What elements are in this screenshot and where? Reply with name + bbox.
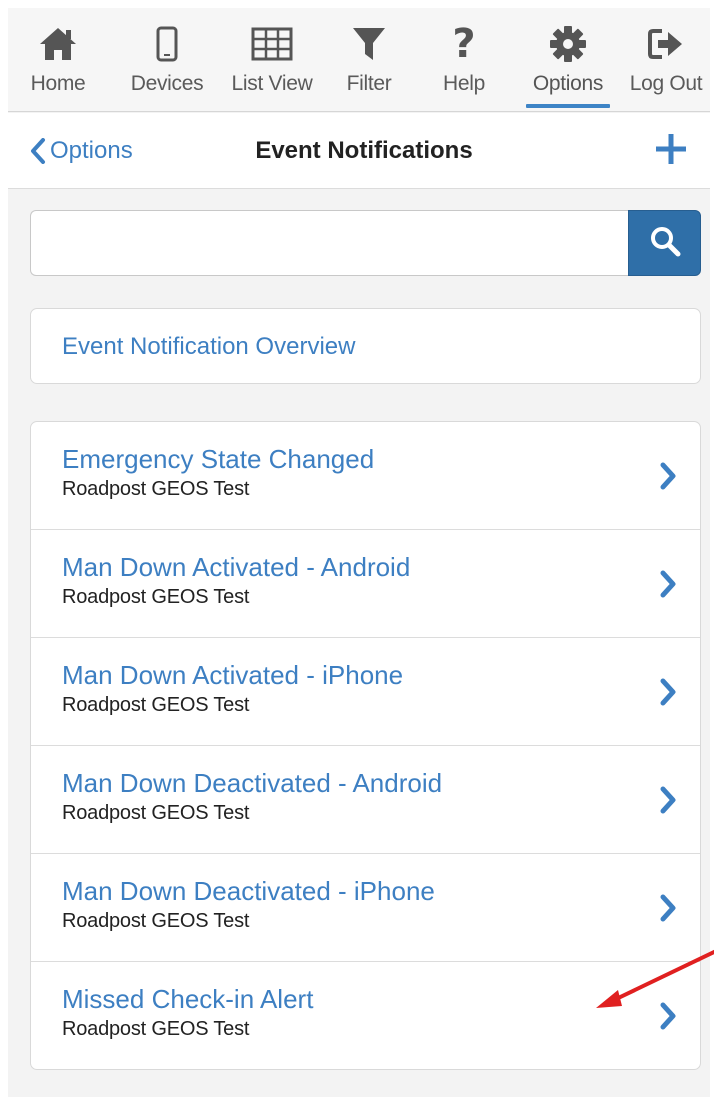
chevron-right-icon [654, 1000, 682, 1032]
toolbar-options-label: Options [532, 72, 604, 95]
list-item[interactable]: Missed Check-in Alert Roadpost GEOS Test [31, 962, 700, 1070]
notification-title: Man Down Activated - iPhone [62, 660, 404, 690]
gear-icon [549, 22, 587, 66]
funnel-filter-icon [352, 22, 386, 66]
toolbar-list-view[interactable]: List View [222, 8, 322, 112]
list-item[interactable]: Man Down Deactivated - iPhone Roadpost G… [31, 854, 700, 962]
search-bar [30, 210, 701, 276]
notifications-list: Emergency State Changed Roadpost GEOS Te… [30, 421, 701, 1070]
toolbar-devices-label: Devices [130, 72, 204, 95]
toolbar-help-label: Help [443, 72, 485, 95]
notification-title: Man Down Activated - Android [62, 552, 411, 582]
toolbar-list-view-label: List View [231, 72, 313, 95]
back-button[interactable]: Options [30, 113, 133, 189]
notification-title: Man Down Deactivated - Android [62, 768, 443, 798]
toolbar-devices[interactable]: Devices [118, 8, 216, 112]
toolbar-log-out[interactable]: Log Out [622, 8, 710, 112]
notification-title: Man Down Deactivated - iPhone [62, 876, 435, 906]
list-item[interactable]: Man Down Deactivated - Android Roadpost … [31, 746, 700, 854]
event-notification-overview-button[interactable]: Event Notification Overview [30, 308, 701, 384]
toolbar-filter[interactable]: Filter [334, 8, 404, 112]
chevron-right-icon [654, 676, 682, 708]
notification-subtitle: Roadpost GEOS Test [62, 586, 250, 608]
chevron-left-icon [30, 138, 46, 164]
notification-subtitle: Roadpost GEOS Test [62, 478, 250, 500]
toolbar-filter-label: Filter [346, 72, 392, 95]
back-button-label: Options [50, 137, 133, 164]
toolbar-log-out-label: Log Out [629, 72, 703, 95]
app-frame: Home Devices List View Filter ? Help Opt… [8, 8, 710, 1097]
list-item[interactable]: Emergency State Changed Roadpost GEOS Te… [31, 422, 700, 530]
notification-title: Emergency State Changed [62, 444, 375, 474]
toolbar-options[interactable]: Options [522, 8, 614, 112]
notification-title: Missed Check-in Alert [62, 984, 314, 1014]
search-icon [649, 225, 681, 262]
notification-subtitle: Roadpost GEOS Test [62, 802, 250, 824]
home-icon [38, 22, 78, 66]
toolbar-help[interactable]: ? Help [434, 8, 494, 112]
notification-subtitle: Roadpost GEOS Test [62, 910, 250, 932]
chevron-right-icon [654, 460, 682, 492]
search-button[interactable] [628, 210, 701, 276]
question-mark-icon: ? [452, 21, 476, 67]
toolbar-home-label: Home [30, 72, 86, 95]
list-item[interactable]: Man Down Activated - iPhone Roadpost GEO… [31, 638, 700, 746]
search-input[interactable] [30, 210, 630, 276]
chevron-right-icon [654, 568, 682, 600]
header-bar: Event Notifications Options [8, 113, 710, 189]
top-toolbar: Home Devices List View Filter ? Help Opt… [8, 8, 710, 112]
active-tab-indicator [526, 104, 610, 108]
toolbar-home[interactable]: Home [18, 8, 98, 112]
table-grid-icon [251, 22, 293, 66]
overview-label: Event Notification Overview [62, 333, 356, 360]
notification-subtitle: Roadpost GEOS Test [62, 1018, 250, 1040]
mobile-device-icon [156, 22, 178, 66]
plus-icon [654, 132, 688, 171]
add-notification-button[interactable] [654, 113, 688, 189]
chevron-right-icon [654, 892, 682, 924]
notification-subtitle: Roadpost GEOS Test [62, 694, 250, 716]
sign-out-icon [648, 22, 684, 66]
chevron-right-icon [654, 784, 682, 816]
list-item[interactable]: Man Down Activated - Android Roadpost GE… [31, 530, 700, 638]
